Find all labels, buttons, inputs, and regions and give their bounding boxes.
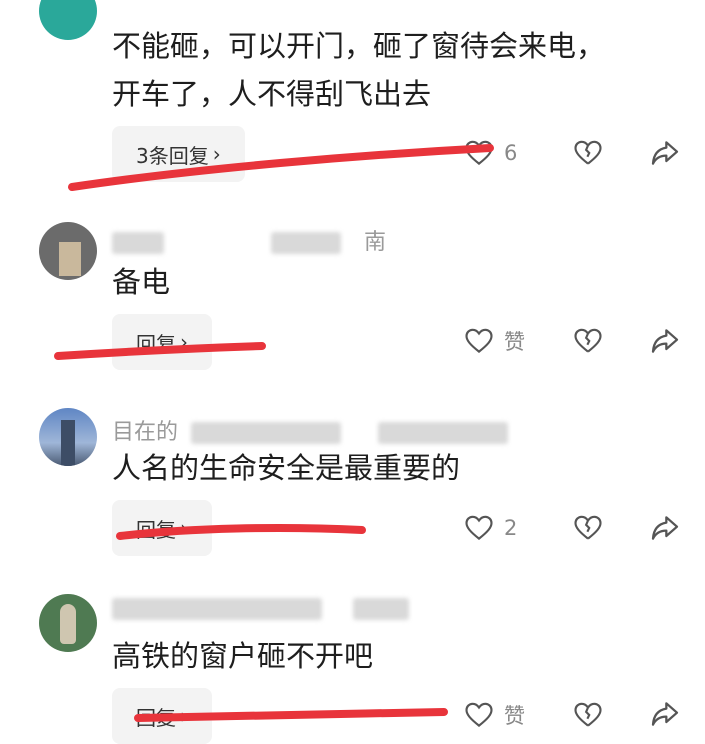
- like-button[interactable]: 2: [464, 513, 517, 543]
- comment-meta: 南: [112, 224, 386, 256]
- reply-label: 回复: [136, 517, 176, 542]
- broken-heart-icon[interactable]: [573, 326, 603, 356]
- comment-item: 南 备电 回复 › 赞: [0, 200, 705, 390]
- comment-item: 目在的 人名的生命安全是最重要的 回复 › 2: [0, 390, 705, 590]
- like-button[interactable]: 赞: [464, 326, 525, 356]
- broken-heart-icon[interactable]: [573, 513, 603, 543]
- broken-heart-icon[interactable]: [573, 700, 603, 730]
- share-arrow-icon[interactable]: [649, 137, 681, 169]
- comment-meta: [112, 596, 409, 621]
- comment-text: 人名的生命安全是最重要的: [112, 444, 460, 492]
- like-button[interactable]: 赞: [464, 700, 525, 730]
- comment-text-line: 开车了，人不得刮飞出去: [112, 77, 432, 111]
- heart-icon: [465, 140, 493, 165]
- avatar[interactable]: [39, 222, 97, 280]
- share-arrow-icon[interactable]: [649, 512, 681, 544]
- heart-icon: [465, 515, 493, 540]
- comment-item: 不能砸，可以开门，砸了窗待会来电， 开车了，人不得刮飞出去 3条回复 › 6: [0, 0, 705, 200]
- chevron-right-icon: ›: [212, 142, 221, 166]
- reply-button[interactable]: 回复 ›: [112, 314, 212, 370]
- like-count: 赞: [504, 330, 525, 354]
- reply-button[interactable]: 回复 ›: [112, 500, 212, 556]
- username-text: 目在的: [112, 420, 179, 445]
- share-arrow-icon[interactable]: [649, 698, 681, 730]
- comment-text: 高铁的窗户砸不开吧: [112, 632, 373, 680]
- like-button[interactable]: 6: [464, 138, 517, 168]
- heart-icon: [465, 702, 493, 727]
- chevron-right-icon: ›: [180, 516, 188, 540]
- heart-icon: [465, 328, 493, 353]
- share-arrow-icon[interactable]: [649, 325, 681, 357]
- like-count: 2: [504, 516, 518, 540]
- comment-item: 高铁的窗户砸不开吧 回复 › 赞: [0, 590, 705, 744]
- comment-text: 不能砸，可以开门，砸了窗待会来电， 开车了，人不得刮飞出去: [112, 22, 605, 118]
- comment-text-line: 不能砸，可以开门，砸了窗待会来电，: [112, 29, 606, 63]
- reply-button[interactable]: 3条回复 ›: [112, 126, 245, 182]
- avatar[interactable]: [39, 408, 97, 466]
- chevron-right-icon: ›: [180, 704, 188, 728]
- chevron-right-icon: ›: [180, 330, 188, 354]
- location-text: 南: [364, 230, 387, 255]
- avatar[interactable]: [39, 594, 97, 652]
- reply-label: 回复: [136, 705, 176, 730]
- avatar[interactable]: [39, 0, 97, 40]
- comment-text-line: 人名的生命安全是最重要的: [112, 451, 461, 485]
- broken-heart-icon[interactable]: [573, 138, 603, 168]
- reply-label: 回复: [136, 331, 176, 356]
- reply-button[interactable]: 回复 ›: [112, 688, 212, 744]
- like-count: 6: [504, 141, 518, 165]
- reply-label: 3条回复: [136, 143, 209, 168]
- comment-text-line: 备电: [112, 265, 171, 299]
- comment-meta: 目在的: [112, 414, 509, 446]
- like-count: 赞: [504, 704, 525, 728]
- comment-text: 备电: [112, 258, 170, 306]
- comment-text-line: 高铁的窗户砸不开吧: [112, 639, 374, 673]
